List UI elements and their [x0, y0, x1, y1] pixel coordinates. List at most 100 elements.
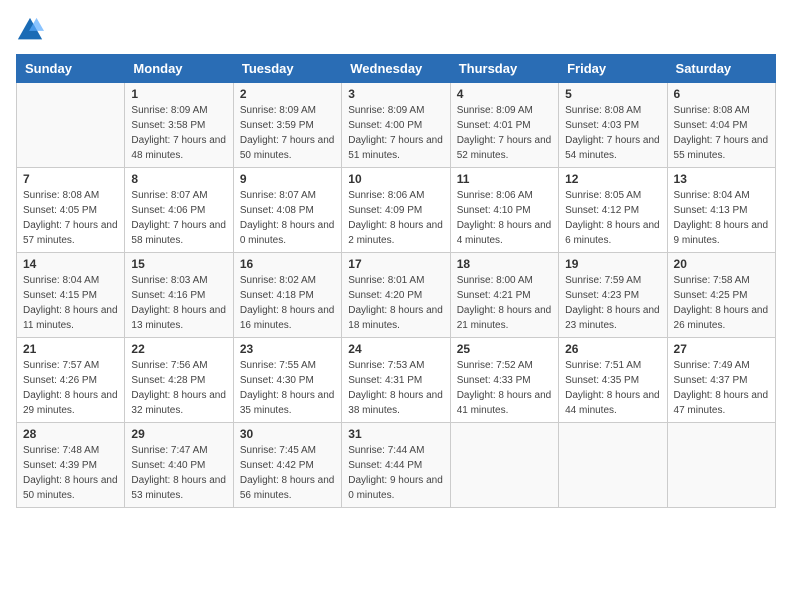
calendar-cell: 29 Sunrise: 7:47 AMSunset: 4:40 PMDayligh… — [125, 423, 233, 508]
day-number: 17 — [348, 257, 443, 271]
day-info: Sunrise: 7:48 AMSunset: 4:39 PMDaylight:… — [23, 443, 118, 503]
calendar-cell: 12Sunrise: 8:05 AMSunset: 4:12 PMDayligh… — [559, 168, 667, 253]
day-number: 1 — [131, 87, 226, 101]
day-number: 24 — [348, 342, 443, 356]
day-number: 30 — [240, 427, 335, 441]
day-number: 25 — [457, 342, 552, 356]
day-info: Sunrise: 8:07 AMSunset: 4:08 PMDaylight:… — [240, 188, 335, 248]
day-number: 29 — [131, 427, 226, 441]
day-number: 4 — [457, 87, 552, 101]
calendar-cell: 25 Sunrise: 7:52 AMSunset: 4:33 PMDayligh… — [450, 338, 558, 423]
calendar-cell — [559, 423, 667, 508]
day-number: 27 — [674, 342, 769, 356]
day-number: 9 — [240, 172, 335, 186]
calendar-cell: 31 Sunrise: 7:44 AMSunset: 4:44 PMDayligh… — [342, 423, 450, 508]
day-number: 11 — [457, 172, 552, 186]
weekday-header: Monday — [125, 55, 233, 83]
day-number: 20 — [674, 257, 769, 271]
day-number: 5 — [565, 87, 660, 101]
calendar-cell: 11 Sunrise: 8:06 AMSunset: 4:10 PMDayligh… — [450, 168, 558, 253]
weekday-header: Tuesday — [233, 55, 341, 83]
day-info: Sunrise: 8:09 AMSunset: 3:59 PMDaylight:… — [240, 103, 335, 163]
day-info: Sunrise: 8:07 AMSunset: 4:06 PMDaylight:… — [131, 188, 226, 248]
day-number: 31 — [348, 427, 443, 441]
day-info: Sunrise: 8:01 AMSunset: 4:20 PMDaylight:… — [348, 273, 443, 333]
calendar-week-row: 7Sunrise: 8:08 AMSunset: 4:05 PMDaylight… — [17, 168, 776, 253]
calendar-cell: 23Sunrise: 7:55 AMSunset: 4:30 PMDayligh… — [233, 338, 341, 423]
day-number: 18 — [457, 257, 552, 271]
day-number: 13 — [674, 172, 769, 186]
calendar-cell: 15Sunrise: 8:03 AMSunset: 4:16 PMDayligh… — [125, 253, 233, 338]
day-number: 8 — [131, 172, 226, 186]
calendar-cell: 22Sunrise: 7:56 AMSunset: 4:28 PMDayligh… — [125, 338, 233, 423]
calendar-cell: 9 Sunrise: 8:07 AMSunset: 4:08 PMDaylight… — [233, 168, 341, 253]
calendar-cell: 18 Sunrise: 8:00 AMSunset: 4:21 PMDayligh… — [450, 253, 558, 338]
day-number: 14 — [23, 257, 118, 271]
day-info: Sunrise: 7:47 AMSunset: 4:40 PMDaylight:… — [131, 443, 226, 503]
calendar-table: SundayMondayTuesdayWednesdayThursdayFrid… — [16, 54, 776, 508]
day-info: Sunrise: 8:05 AMSunset: 4:12 PMDaylight:… — [565, 188, 660, 248]
calendar-cell — [17, 83, 125, 168]
day-info: Sunrise: 8:04 AMSunset: 4:13 PMDaylight:… — [674, 188, 769, 248]
calendar-cell: 16 Sunrise: 8:02 AMSunset: 4:18 PMDayligh… — [233, 253, 341, 338]
day-number: 10 — [348, 172, 443, 186]
calendar-cell: 14Sunrise: 8:04 AMSunset: 4:15 PMDayligh… — [17, 253, 125, 338]
calendar-week-row: 21 Sunrise: 7:57 AMSunset: 4:26 PMDayligh… — [17, 338, 776, 423]
calendar-cell: 17 Sunrise: 8:01 AMSunset: 4:20 PMDayligh… — [342, 253, 450, 338]
calendar-cell: 13 Sunrise: 8:04 AMSunset: 4:13 PMDayligh… — [667, 168, 775, 253]
calendar-cell: 7Sunrise: 8:08 AMSunset: 4:05 PMDaylight… — [17, 168, 125, 253]
weekday-header: Friday — [559, 55, 667, 83]
logo — [16, 16, 48, 44]
day-number: 23 — [240, 342, 335, 356]
day-info: Sunrise: 8:02 AMSunset: 4:18 PMDaylight:… — [240, 273, 335, 333]
calendar-cell: 28 Sunrise: 7:48 AMSunset: 4:39 PMDayligh… — [17, 423, 125, 508]
day-info: Sunrise: 7:57 AMSunset: 4:26 PMDaylight:… — [23, 358, 118, 418]
day-number: 22 — [131, 342, 226, 356]
day-number: 21 — [23, 342, 118, 356]
calendar-cell: 3Sunrise: 8:09 AMSunset: 4:00 PMDaylight… — [342, 83, 450, 168]
day-number: 19 — [565, 257, 660, 271]
day-info: Sunrise: 7:45 AMSunset: 4:42 PMDaylight:… — [240, 443, 335, 503]
calendar-cell: 24Sunrise: 7:53 AMSunset: 4:31 PMDayligh… — [342, 338, 450, 423]
calendar-cell: 2 Sunrise: 8:09 AMSunset: 3:59 PMDaylight… — [233, 83, 341, 168]
day-number: 26 — [565, 342, 660, 356]
day-number: 7 — [23, 172, 118, 186]
day-info: Sunrise: 8:09 AMSunset: 4:00 PMDaylight:… — [348, 103, 443, 163]
day-info: Sunrise: 8:06 AMSunset: 4:10 PMDaylight:… — [457, 188, 552, 248]
calendar-cell: 19 Sunrise: 7:59 AMSunset: 4:23 PMDayligh… — [559, 253, 667, 338]
day-info: Sunrise: 8:09 AMSunset: 4:01 PMDaylight:… — [457, 103, 552, 163]
day-info: Sunrise: 8:08 AMSunset: 4:04 PMDaylight:… — [674, 103, 769, 163]
weekday-header: Sunday — [17, 55, 125, 83]
calendar-cell: 20Sunrise: 7:58 AMSunset: 4:25 PMDayligh… — [667, 253, 775, 338]
calendar-cell — [450, 423, 558, 508]
calendar-cell: 27 Sunrise: 7:49 AMSunset: 4:37 PMDayligh… — [667, 338, 775, 423]
calendar-cell: 1 Sunrise: 8:09 AMSunset: 3:58 PMDaylight… — [125, 83, 233, 168]
calendar-cell: 10Sunrise: 8:06 AMSunset: 4:09 PMDayligh… — [342, 168, 450, 253]
calendar-cell: 6 Sunrise: 8:08 AMSunset: 4:04 PMDaylight… — [667, 83, 775, 168]
calendar-cell: 30 Sunrise: 7:45 AMSunset: 4:42 PMDayligh… — [233, 423, 341, 508]
day-info: Sunrise: 8:09 AMSunset: 3:58 PMDaylight:… — [131, 103, 226, 163]
calendar-week-row: 1 Sunrise: 8:09 AMSunset: 3:58 PMDaylight… — [17, 83, 776, 168]
weekday-header: Wednesday — [342, 55, 450, 83]
calendar-cell: 21 Sunrise: 7:57 AMSunset: 4:26 PMDayligh… — [17, 338, 125, 423]
day-number: 16 — [240, 257, 335, 271]
day-number: 15 — [131, 257, 226, 271]
calendar-week-row: 28 Sunrise: 7:48 AMSunset: 4:39 PMDayligh… — [17, 423, 776, 508]
day-number: 2 — [240, 87, 335, 101]
day-number: 6 — [674, 87, 769, 101]
header — [16, 16, 776, 44]
calendar-cell: 5 Sunrise: 8:08 AMSunset: 4:03 PMDaylight… — [559, 83, 667, 168]
weekday-header-row: SundayMondayTuesdayWednesdayThursdayFrid… — [17, 55, 776, 83]
calendar-cell — [667, 423, 775, 508]
day-info: Sunrise: 7:59 AMSunset: 4:23 PMDaylight:… — [565, 273, 660, 333]
calendar-cell: 4 Sunrise: 8:09 AMSunset: 4:01 PMDaylight… — [450, 83, 558, 168]
calendar-cell: 8 Sunrise: 8:07 AMSunset: 4:06 PMDaylight… — [125, 168, 233, 253]
day-info: Sunrise: 7:44 AMSunset: 4:44 PMDaylight:… — [348, 443, 443, 503]
day-info: Sunrise: 7:52 AMSunset: 4:33 PMDaylight:… — [457, 358, 552, 418]
day-info: Sunrise: 7:49 AMSunset: 4:37 PMDaylight:… — [674, 358, 769, 418]
day-number: 28 — [23, 427, 118, 441]
day-info: Sunrise: 8:00 AMSunset: 4:21 PMDaylight:… — [457, 273, 552, 333]
logo-icon — [16, 16, 44, 44]
day-info: Sunrise: 7:51 AMSunset: 4:35 PMDaylight:… — [565, 358, 660, 418]
day-info: Sunrise: 8:08 AMSunset: 4:03 PMDaylight:… — [565, 103, 660, 163]
